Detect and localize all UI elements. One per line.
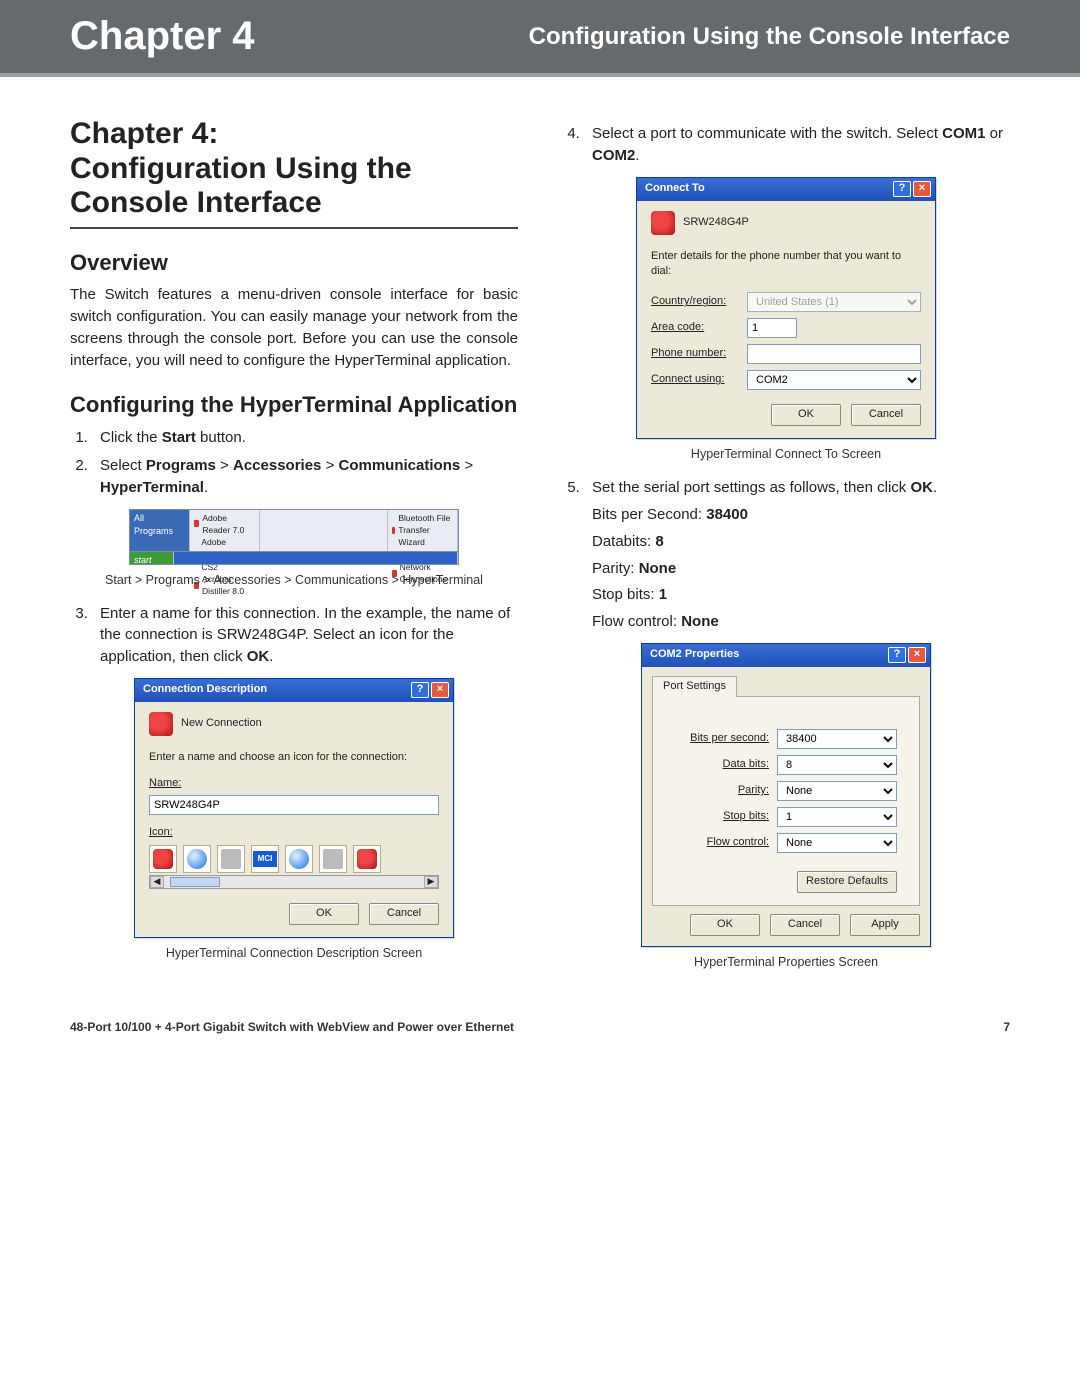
parity-label: Parity:: [679, 783, 769, 799]
stopbits-select[interactable]: 1: [777, 807, 897, 827]
conndesc-caption: HyperTerminal Connection Description Scr…: [70, 944, 518, 962]
chapter-subtitle: Configuration Using the Console Interfac…: [529, 23, 1010, 51]
right-column: Select a port to communicate with the sw…: [562, 117, 1010, 985]
parity-select[interactable]: None: [777, 781, 897, 801]
icon-option-globe2[interactable]: [285, 845, 313, 873]
cancel-button[interactable]: Cancel: [770, 914, 840, 936]
icon-picker[interactable]: MCI: [149, 845, 439, 873]
ok-button[interactable]: OK: [771, 404, 841, 426]
start-button[interactable]: start: [130, 552, 174, 564]
steps-list-cont: Enter a name for this connection. In the…: [92, 603, 518, 668]
icon-option-mci[interactable]: MCI: [251, 845, 279, 873]
ok-button[interactable]: OK: [289, 903, 359, 925]
help-icon[interactable]: ?: [411, 682, 429, 698]
overview-text: The Switch features a menu-driven consol…: [70, 284, 518, 371]
close-icon[interactable]: ×: [908, 647, 926, 663]
flowcontrol-label: Flow control:: [679, 835, 769, 851]
com2-properties-dialog: COM2 Properties ? × Port Settings Bits p…: [641, 643, 931, 947]
databits-label: Data bits:: [679, 757, 769, 773]
startmenu-mock: All Programs Adobe Reader 7.0 Adobe Phot…: [129, 509, 459, 555]
area-code-input[interactable]: [747, 318, 797, 338]
dialog-title: Connection Description: [143, 682, 267, 698]
connectto-prompt: Enter details for the phone number that …: [651, 249, 921, 281]
cancel-button[interactable]: Cancel: [851, 404, 921, 426]
country-select[interactable]: United States (1): [747, 292, 921, 312]
step-1: Click the Start button.: [92, 427, 518, 449]
area-label: Area code:: [651, 320, 739, 336]
phone-number-input[interactable]: [747, 344, 921, 364]
country-label: Country/region:: [651, 294, 739, 310]
overview-heading: Overview: [70, 247, 518, 279]
new-connection-label: New Connection: [181, 716, 262, 732]
step-2: Select Programs > Accessories > Communic…: [92, 455, 518, 499]
icon-label: Icon:: [149, 826, 173, 838]
footer-text: 48-Port 10/100 + 4-Port Gigabit Switch w…: [70, 1020, 514, 1034]
step-4: Select a port to communicate with the sw…: [584, 123, 1010, 167]
startmenu-figure: All Programs Adobe Reader 7.0 Adobe Phot…: [70, 509, 518, 555]
phone-icon: [149, 712, 173, 736]
close-icon[interactable]: ×: [431, 682, 449, 698]
apply-button[interactable]: Apply: [850, 914, 920, 936]
chapter-title: Chapter 4: Configuration Using the Conso…: [70, 117, 518, 229]
page-number: 7: [1003, 1020, 1010, 1034]
page-header: Chapter 4 Configuration Using the Consol…: [0, 0, 1080, 77]
connectto-figure: Connect To ? × SRW248G4P Enter details f…: [562, 177, 1010, 440]
bps-label: Bits per second:: [679, 731, 769, 747]
props-figure: COM2 Properties ? × Port Settings Bits p…: [562, 643, 1010, 947]
steps-list: Click the Start button. Select Programs …: [92, 427, 518, 498]
steps-list-right-2: Set the serial port settings as follows,…: [584, 477, 1010, 633]
icon-option-globe[interactable]: [183, 845, 211, 873]
help-icon[interactable]: ?: [893, 181, 911, 197]
conndesc-prompt: Enter a name and choose an icon for the …: [149, 750, 439, 766]
scroll-left-icon[interactable]: ◀: [150, 876, 164, 888]
phone-label: Phone number:: [651, 346, 739, 362]
page-footer: 48-Port 10/100 + 4-Port Gigabit Switch w…: [0, 1005, 1080, 1060]
port-settings-tab[interactable]: Port Settings: [652, 676, 737, 697]
startmenu-allprograms: All Programs: [130, 510, 190, 554]
dialog-titlebar: COM2 Properties ? ×: [642, 644, 930, 667]
conndesc-figure: Connection Description ? × New Connectio…: [70, 678, 518, 938]
chapter-label: Chapter 4: [70, 14, 255, 59]
dialog-title: Connect To: [645, 181, 705, 197]
step-3: Enter a name for this connection. In the…: [92, 603, 518, 668]
content-area: Chapter 4: Configuration Using the Conso…: [0, 77, 1080, 1005]
restore-defaults-button[interactable]: Restore Defaults: [797, 871, 897, 893]
startmenu-col1: Adobe Reader 7.0 Adobe Photoshop CS2 Acr…: [190, 510, 260, 554]
dialog-title: COM2 Properties: [650, 647, 739, 663]
help-icon[interactable]: ?: [888, 647, 906, 663]
cancel-button[interactable]: Cancel: [369, 903, 439, 925]
ok-button[interactable]: OK: [690, 914, 760, 936]
startmenu-col3: Bluetooth File Transfer Wizard HyperTerm…: [388, 510, 458, 554]
connect-using-select[interactable]: COM2: [747, 370, 921, 390]
steps-list-right: Select a port to communicate with the sw…: [584, 123, 1010, 167]
stopbits-label: Stop bits:: [679, 809, 769, 825]
name-label: Name:: [149, 777, 181, 789]
connect-to-dialog: Connect To ? × SRW248G4P Enter details f…: [636, 177, 936, 440]
icon-scrollbar[interactable]: ◀ ▶: [149, 875, 439, 889]
icon-option-phone2[interactable]: [353, 845, 381, 873]
flowcontrol-select[interactable]: None: [777, 833, 897, 853]
dialog-titlebar: Connection Description ? ×: [135, 679, 453, 702]
close-icon[interactable]: ×: [913, 181, 931, 197]
connection-name-input[interactable]: [149, 795, 439, 815]
left-column: Chapter 4: Configuration Using the Conso…: [70, 117, 518, 985]
dialog-titlebar: Connect To ? ×: [637, 178, 935, 201]
phone-icon: [651, 211, 675, 235]
startmenu-col2: [260, 510, 388, 554]
connectto-caption: HyperTerminal Connect To Screen: [562, 445, 1010, 463]
step-5: Set the serial port settings as follows,…: [584, 477, 1010, 633]
props-caption: HyperTerminal Properties Screen: [562, 953, 1010, 971]
connection-description-dialog: Connection Description ? × New Connectio…: [134, 678, 454, 938]
scroll-right-icon[interactable]: ▶: [424, 876, 438, 888]
icon-option-pc[interactable]: [217, 845, 245, 873]
databits-select[interactable]: 8: [777, 755, 897, 775]
configuring-heading: Configuring the HyperTerminal Applicatio…: [70, 389, 518, 421]
bps-select[interactable]: 38400: [777, 729, 897, 749]
connect-using-label: Connect using:: [651, 372, 739, 388]
icon-option-phone[interactable]: [149, 845, 177, 873]
connectto-name: SRW248G4P: [683, 215, 749, 231]
icon-option-pc2[interactable]: [319, 845, 347, 873]
startmenu-caption: Start > Programs > Accessories > Communi…: [70, 571, 518, 589]
